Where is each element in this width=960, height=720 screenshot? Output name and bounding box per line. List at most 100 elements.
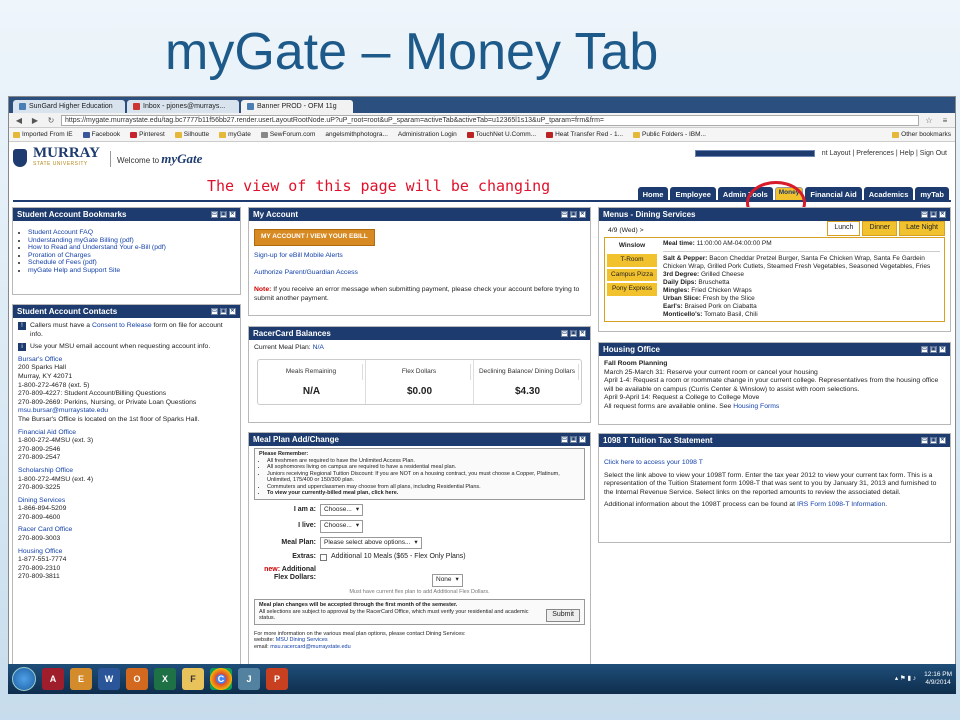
- access-app-icon[interactable]: A: [42, 668, 64, 690]
- tab-dinner[interactable]: Dinner: [862, 221, 898, 236]
- close-icon[interactable]: ✕: [229, 211, 236, 218]
- bookmark-item[interactable]: Imported From IE: [13, 131, 73, 138]
- extras-checkbox[interactable]: [320, 554, 327, 562]
- top-links[interactable]: nt Layout | Preferences | Help | Sign Ou…: [822, 150, 947, 157]
- reload-icon[interactable]: ↻: [45, 115, 57, 126]
- parent-access-link[interactable]: Authorize Parent/Guardian Access: [254, 269, 358, 276]
- view-ebill-button[interactable]: MY ACCOUNT / VIEW YOUR EBILL: [254, 229, 375, 246]
- meal-plan-panel: Meal Plan Add/Change ▭ ▣ ✕ Please Remember:…: [248, 432, 591, 677]
- maximize-icon[interactable]: ▣: [930, 346, 937, 353]
- bookmark-item[interactable]: Public Folders - IBM...: [633, 131, 706, 138]
- email-link[interactable]: msu.racercard@murraystate.edu: [270, 644, 350, 650]
- word-app-icon[interactable]: W: [98, 668, 120, 690]
- murray-logo[interactable]: MURRAY STATE UNIVERSITY Welcome to myGat…: [13, 146, 202, 167]
- java-app-icon[interactable]: J: [238, 668, 260, 690]
- meal-plan-select[interactable]: Please select above options... ▾: [320, 536, 422, 550]
- date-selector[interactable]: 4/9 (Wed) >: [608, 227, 644, 236]
- minimize-icon[interactable]: ▭: [561, 211, 568, 218]
- close-icon[interactable]: ✕: [939, 211, 946, 218]
- chrome-app-icon[interactable]: C: [210, 668, 232, 690]
- flex-dollars-select[interactable]: None ▾: [432, 574, 463, 587]
- minimize-icon[interactable]: ▭: [561, 330, 568, 337]
- location-item[interactable]: T-Room: [607, 254, 657, 267]
- star-icon[interactable]: ☆: [923, 115, 935, 126]
- close-icon[interactable]: ✕: [579, 330, 586, 337]
- bookmark-item[interactable]: SewForum.com: [260, 131, 315, 138]
- submit-button[interactable]: Submit: [546, 609, 580, 622]
- bookmark-item[interactable]: Administration Login: [398, 131, 457, 138]
- list-item[interactable]: To view your currently-billed meal plan,…: [267, 490, 580, 497]
- minimize-icon[interactable]: ▭: [561, 436, 568, 443]
- tab-late-night[interactable]: Late Night: [899, 221, 945, 236]
- location-item[interactable]: Campus Pizza: [607, 268, 657, 282]
- bookmark-item[interactable]: Heat Transfer Red - 1...: [546, 131, 623, 138]
- minimize-icon[interactable]: ▭: [921, 211, 928, 218]
- forward-icon[interactable]: ▶: [29, 115, 41, 126]
- bookmark-item[interactable]: angelsmithphotogra...: [325, 131, 388, 138]
- browser-tab[interactable]: Inbox - pjones@murrays...: [127, 100, 239, 113]
- link[interactable]: Understanding myGate Billing (pdf): [28, 237, 134, 244]
- browser-tab[interactable]: SunGard Higher Education: [13, 100, 125, 113]
- meal-plan-value[interactable]: N/A: [313, 344, 324, 351]
- email-link[interactable]: msu.bursar@murraystate.edu: [18, 407, 108, 414]
- url-field[interactable]: https://mygate.murraystate.edu/tag.bc777…: [61, 114, 919, 126]
- link[interactable]: myGate Help and Support Site: [28, 267, 120, 274]
- close-icon[interactable]: ✕: [939, 346, 946, 353]
- link[interactable]: Dining Services: [18, 497, 65, 504]
- consent-link[interactable]: Consent to Release: [92, 322, 152, 329]
- close-icon[interactable]: ✕: [229, 308, 236, 315]
- minimize-icon[interactable]: ▭: [921, 437, 928, 444]
- housing-forms-link[interactable]: Housing Forms: [733, 403, 779, 410]
- bookmark-item[interactable]: TouchNet U.Comm...: [466, 131, 536, 138]
- ebill-alerts-link[interactable]: Sign-up for eBill Mobile Alerts: [254, 252, 343, 259]
- location-item[interactable]: Pony Express: [607, 283, 657, 296]
- minimize-icon[interactable]: ▭: [211, 308, 218, 315]
- maximize-icon[interactable]: ▣: [220, 308, 227, 315]
- tray-icons[interactable]: ▴ ⚑ ▮ ♪: [895, 675, 916, 683]
- close-icon[interactable]: ✕: [939, 437, 946, 444]
- bookmark-item[interactable]: myGate: [219, 131, 251, 138]
- link[interactable]: Bursar's Office: [18, 356, 62, 363]
- excel-app-icon[interactable]: X: [154, 668, 176, 690]
- maximize-icon[interactable]: ▣: [570, 436, 577, 443]
- start-button[interactable]: [12, 667, 36, 691]
- minimize-icon[interactable]: ▭: [211, 211, 218, 218]
- bookmark-item[interactable]: Pinterest: [130, 131, 165, 138]
- powerpoint-app-icon[interactable]: P: [266, 668, 288, 690]
- bookmark-item[interactable]: Facebook: [82, 131, 120, 138]
- bookmark-item[interactable]: Silhoutte: [174, 131, 209, 138]
- location-item[interactable]: Winslow: [607, 239, 657, 253]
- maximize-icon[interactable]: ▣: [570, 330, 577, 337]
- maximize-icon[interactable]: ▣: [570, 211, 577, 218]
- clock[interactable]: 12:16 PM 4/9/2014: [924, 671, 952, 687]
- browser-tab-active[interactable]: Banner PROD - OFM 11g: [241, 100, 353, 113]
- tab-lunch[interactable]: Lunch: [827, 221, 861, 236]
- access-1098t-link[interactable]: Click here to access your 1098 T: [604, 459, 703, 466]
- link[interactable]: Student Account FAQ: [28, 229, 93, 236]
- close-icon[interactable]: ✕: [579, 436, 586, 443]
- link[interactable]: How to Read and Understand Your e-Bill (…: [28, 244, 166, 251]
- link[interactable]: Housing Office: [18, 548, 62, 555]
- link[interactable]: Proration of Charges: [28, 252, 91, 259]
- dining-website-link[interactable]: MSU Dining Services: [276, 637, 328, 643]
- outlook-app-icon[interactable]: O: [126, 668, 148, 690]
- maximize-icon[interactable]: ▣: [930, 437, 937, 444]
- back-icon[interactable]: ◀: [13, 115, 25, 126]
- other-bookmarks[interactable]: Other bookmarks: [892, 131, 951, 138]
- link[interactable]: Scholarship Office: [18, 467, 73, 474]
- i-am-select[interactable]: Choose... ▾: [320, 503, 364, 517]
- explorer-app-icon[interactable]: E: [70, 668, 92, 690]
- i-live-select[interactable]: Choose... ▾: [320, 520, 364, 533]
- link[interactable]: Financial Aid Office: [18, 429, 76, 436]
- chevron-down-icon: ▾: [455, 576, 459, 584]
- minimize-icon[interactable]: ▭: [921, 346, 928, 353]
- menu-icon[interactable]: ≡: [939, 115, 951, 126]
- close-icon[interactable]: ✕: [579, 211, 586, 218]
- folder-app-icon[interactable]: F: [182, 668, 204, 690]
- maximize-icon[interactable]: ▣: [930, 211, 937, 218]
- link[interactable]: Schedule of Fees (pdf): [28, 259, 97, 266]
- maximize-icon[interactable]: ▣: [220, 211, 227, 218]
- housing-contact: Housing Office 1-877-551-7774 270-809-23…: [18, 547, 67, 581]
- irs-form-link[interactable]: IRS Form 1098-T Information: [797, 501, 885, 508]
- link[interactable]: Racer Card Office: [18, 526, 72, 533]
